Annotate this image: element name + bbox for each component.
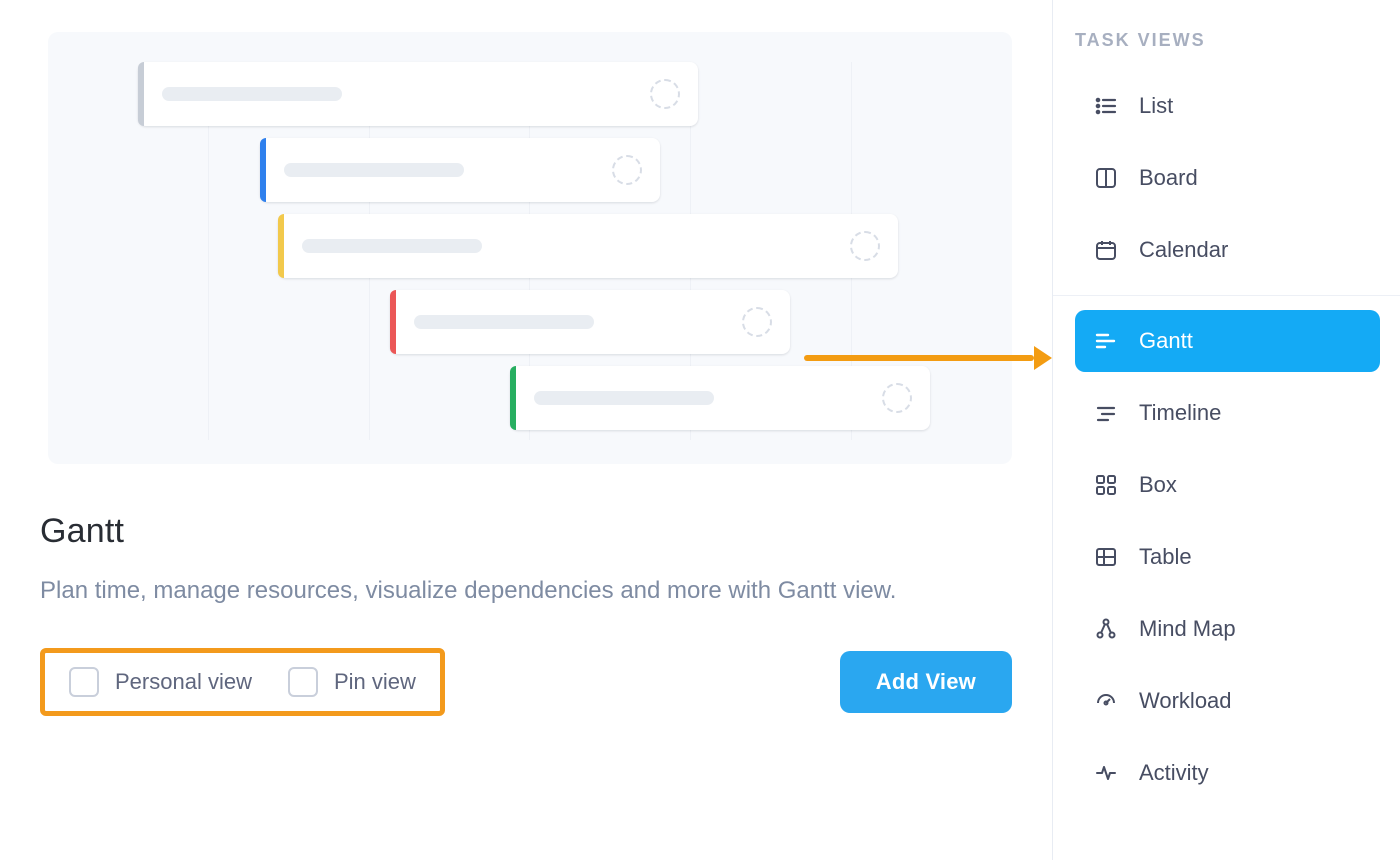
sidebar-item-label: Mind Map	[1139, 616, 1236, 642]
checkbox-icon	[288, 667, 318, 697]
view-options-highlight: Personal view Pin view	[40, 648, 445, 716]
checkbox-icon	[69, 667, 99, 697]
sidebar-item-label: Box	[1139, 472, 1177, 498]
view-title: Gantt	[40, 512, 1012, 551]
personal-view-label: Personal view	[115, 669, 252, 695]
pin-view-label: Pin view	[334, 669, 416, 695]
sidebar-item-table[interactable]: Table	[1075, 526, 1380, 588]
sidebar-item-label: List	[1139, 93, 1173, 119]
sidebar-item-label: Timeline	[1139, 400, 1221, 426]
gantt-icon	[1093, 328, 1119, 354]
sidebar-item-activity[interactable]: Activity	[1075, 742, 1380, 804]
personal-view-checkbox[interactable]: Personal view	[69, 667, 252, 697]
sidebar-item-calendar[interactable]: Calendar	[1075, 219, 1380, 281]
task-views-sidebar: TASK VIEWS List Board	[1052, 0, 1400, 860]
workload-icon	[1093, 688, 1119, 714]
box-icon	[1093, 472, 1119, 498]
gantt-bar	[260, 138, 660, 202]
sidebar-item-label: Calendar	[1139, 237, 1228, 263]
view-description: Plan time, manage resources, visualize d…	[40, 571, 900, 612]
activity-icon	[1093, 760, 1119, 786]
main-panel: Gantt Plan time, manage resources, visua…	[0, 0, 1052, 860]
table-icon	[1093, 544, 1119, 570]
pin-view-checkbox[interactable]: Pin view	[288, 667, 416, 697]
gantt-preview	[48, 32, 1012, 464]
sidebar-divider	[1053, 295, 1400, 296]
gantt-bar	[278, 214, 898, 278]
sidebar-item-mind-map[interactable]: Mind Map	[1075, 598, 1380, 660]
sidebar-item-label: Board	[1139, 165, 1198, 191]
sidebar-item-gantt[interactable]: Gantt	[1075, 310, 1380, 372]
calendar-icon	[1093, 237, 1119, 263]
sidebar-item-label: Activity	[1139, 760, 1209, 786]
sidebar-header: TASK VIEWS	[1075, 30, 1380, 51]
add-view-button[interactable]: Add View	[840, 651, 1012, 713]
gantt-bar	[510, 366, 930, 430]
sidebar-item-timeline[interactable]: Timeline	[1075, 382, 1380, 444]
mind-map-icon	[1093, 616, 1119, 642]
gantt-bar	[390, 290, 790, 354]
list-icon	[1093, 93, 1119, 119]
sidebar-item-label: Workload	[1139, 688, 1232, 714]
timeline-icon	[1093, 400, 1119, 426]
board-icon	[1093, 165, 1119, 191]
sidebar-item-box[interactable]: Box	[1075, 454, 1380, 516]
sidebar-item-list[interactable]: List	[1075, 75, 1380, 137]
gantt-bar	[138, 62, 698, 126]
sidebar-item-workload[interactable]: Workload	[1075, 670, 1380, 732]
sidebar-item-label: Gantt	[1139, 328, 1193, 354]
sidebar-item-board[interactable]: Board	[1075, 147, 1380, 209]
sidebar-item-label: Table	[1139, 544, 1192, 570]
